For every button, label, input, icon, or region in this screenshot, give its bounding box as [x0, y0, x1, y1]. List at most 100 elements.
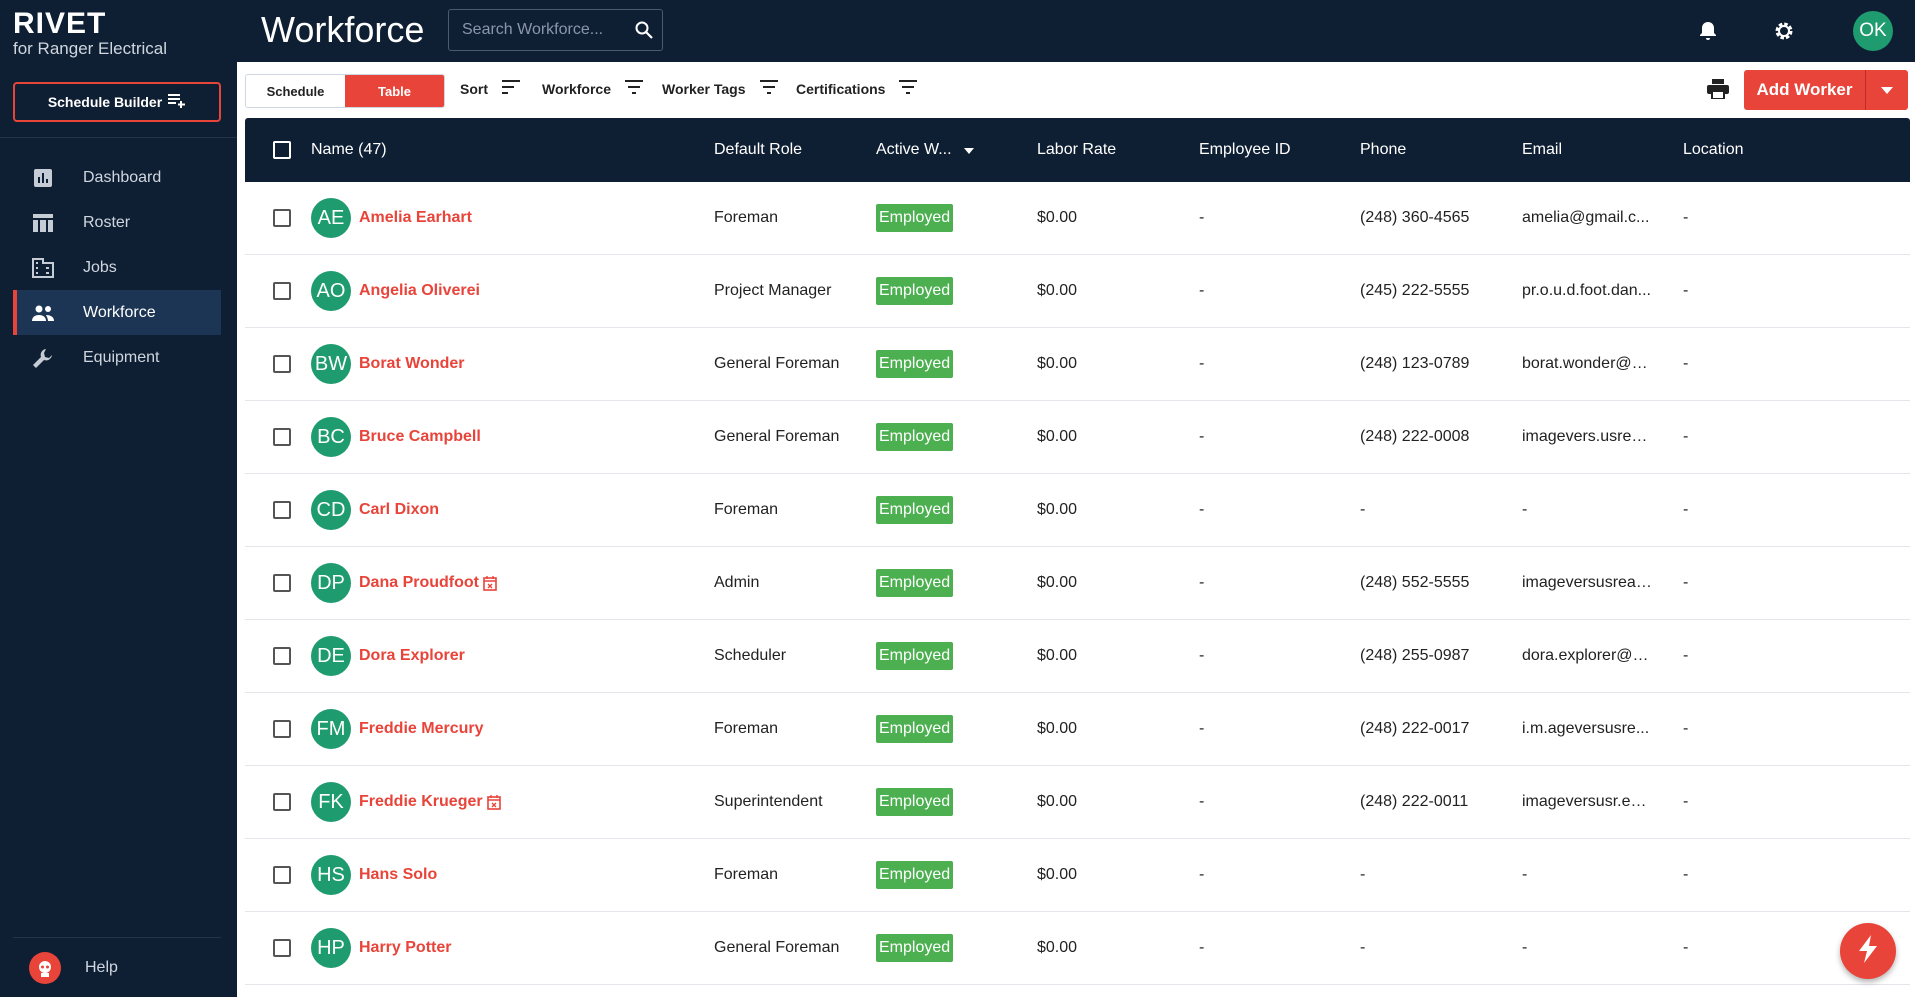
bell-icon[interactable] — [1693, 16, 1723, 46]
sidebar-item-jobs[interactable]: Jobs — [13, 245, 221, 290]
worker-cell[interactable]: HP Harry Potter — [311, 912, 451, 984]
column-header-role[interactable]: Default Role — [714, 118, 802, 182]
worker-cell[interactable]: DE Dora Explorer — [311, 620, 465, 692]
row-checkbox[interactable] — [273, 620, 291, 692]
employee-id-cell: - — [1199, 647, 1205, 664]
table-row[interactable]: FK Freddie Krueger Superintendent Employed $… — [245, 766, 1910, 839]
table-row[interactable]: AO Angelia Oliverei Project Manager Employe… — [245, 255, 1910, 328]
table-row[interactable]: DE Dora Explorer Scheduler Employed $0.00 - (2… — [245, 620, 1910, 693]
column-header-phone[interactable]: Phone — [1360, 118, 1406, 182]
certifications-filter[interactable]: Certifications — [796, 80, 918, 97]
phone-cell: (248) 222-0011 — [1360, 793, 1469, 810]
sidebar-item-equipment[interactable]: Equipment — [13, 335, 221, 380]
print-icon[interactable] — [1707, 79, 1729, 104]
worker-name-link[interactable]: Harry Potter — [359, 939, 451, 957]
worker-cell[interactable]: AO Angelia Oliverei — [311, 255, 480, 327]
table-row[interactable]: CD Carl Dixon Foreman Employed $0.00 - - - - — [245, 474, 1910, 547]
select-all-checkbox[interactable] — [273, 118, 291, 182]
table-row[interactable]: HS Hans Solo Foreman Employed $0.00 - - - - — [245, 839, 1910, 912]
user-avatar[interactable]: OK — [1853, 11, 1893, 51]
worker-cell[interactable]: BW Borat Wonder — [311, 328, 464, 400]
worker-cell[interactable]: FK Freddie Krueger — [311, 766, 501, 838]
search-box[interactable] — [448, 9, 663, 51]
row-checkbox[interactable] — [273, 839, 291, 911]
email-text: pr.o.u.d.foot.dan... — [1522, 282, 1651, 299]
sidebar-item-dashboard[interactable]: Dashboard — [13, 155, 221, 200]
worker-cell[interactable]: BC Bruce Campbell — [311, 401, 481, 473]
sidebar-item-workforce[interactable]: Workforce — [13, 290, 221, 335]
row-checkbox[interactable] — [273, 182, 291, 254]
email-cell: - — [1522, 912, 1652, 984]
help-button[interactable]: Help — [13, 937, 221, 997]
sidebar-item-label: Dashboard — [83, 168, 162, 186]
row-checkbox[interactable] — [273, 912, 291, 984]
location-cell: - — [1683, 720, 1689, 737]
row-checkbox[interactable] — [273, 693, 291, 765]
worker-name-link[interactable]: Dana Proudfoot — [359, 574, 479, 592]
status-badge: Employed — [876, 788, 954, 816]
worker-tags-filter[interactable]: Worker Tags — [662, 80, 778, 97]
row-checkbox[interactable] — [273, 328, 291, 400]
brand-name: RIVET — [13, 7, 107, 40]
row-checkbox[interactable] — [273, 401, 291, 473]
row-checkbox[interactable] — [273, 255, 291, 327]
worker-name-link[interactable]: Freddie Krueger — [359, 793, 483, 811]
schedule-builder-button[interactable]: Schedule Builder — [13, 82, 221, 122]
worker-name-link[interactable]: Hans Solo — [359, 866, 437, 884]
employee-id-cell: - — [1199, 793, 1205, 810]
email-cell: imageversusr.ea... — [1522, 766, 1652, 838]
worker-cell[interactable]: DP Dana Proudfoot — [311, 547, 497, 619]
playlist-add-icon — [168, 93, 186, 111]
column-header-name[interactable]: Name (47) — [311, 118, 387, 182]
table-header: Name (47) Default Role Active W... Labor… — [245, 118, 1910, 182]
table-row[interactable]: FM Freddie Mercury Foreman Employed $0.00 - (2… — [245, 693, 1910, 766]
worker-cell[interactable]: FM Freddie Mercury — [311, 693, 483, 765]
search-icon[interactable] — [626, 21, 662, 39]
avatar: BC — [311, 417, 351, 457]
worker-cell[interactable]: HS Hans Solo — [311, 839, 437, 911]
worker-name-link[interactable]: Angelia Oliverei — [359, 282, 480, 300]
role-cell: Scheduler — [714, 647, 787, 664]
chevron-down-icon[interactable] — [1866, 70, 1908, 110]
quick-action-button[interactable] — [1840, 923, 1896, 979]
table-row[interactable]: DP Dana Proudfoot Admin Employed $0.00 - (248)… — [245, 547, 1910, 620]
workforce-filter[interactable]: Workforce — [542, 80, 643, 97]
column-header-active[interactable]: Active W... — [876, 118, 974, 182]
brand-logo[interactable]: RIVET for Ranger Electrical — [13, 8, 167, 58]
table-row[interactable]: AE Amelia Earhart Foreman Employed $0.00 - (24… — [245, 182, 1910, 255]
gear-icon[interactable] — [1769, 16, 1799, 46]
location-cell: - — [1683, 501, 1689, 518]
worker-name-link[interactable]: Carl Dixon — [359, 501, 439, 519]
tab-table[interactable]: Table — [345, 75, 444, 107]
sidebar-item-roster[interactable]: Roster — [13, 200, 221, 245]
role-cell: Project Manager — [714, 282, 832, 299]
row-checkbox[interactable] — [273, 766, 291, 838]
workforce-icon — [29, 305, 57, 321]
worker-name-link[interactable]: Borat Wonder — [359, 355, 464, 373]
role-cell: Foreman — [714, 720, 779, 737]
worker-name-link[interactable]: Bruce Campbell — [359, 428, 481, 446]
table-row[interactable]: BC Bruce Campbell General Foreman Employed $… — [245, 401, 1910, 474]
add-worker-button[interactable]: Add Worker — [1744, 70, 1908, 110]
location-cell: - — [1683, 939, 1689, 956]
sort-icon — [502, 80, 520, 97]
row-checkbox[interactable] — [273, 474, 291, 546]
filter-icon — [899, 80, 918, 97]
tab-schedule[interactable]: Schedule — [246, 75, 345, 107]
column-header-employee-id[interactable]: Employee ID — [1199, 118, 1291, 182]
worker-cell[interactable]: AE Amelia Earhart — [311, 182, 472, 254]
phone-cell: (248) 255-0987 — [1360, 647, 1470, 664]
worker-name-link[interactable]: Freddie Mercury — [359, 720, 483, 738]
table-row[interactable]: BW Borat Wonder General Foreman Employed $0.… — [245, 328, 1910, 401]
worker-name-link[interactable]: Amelia Earhart — [359, 209, 472, 227]
worker-cell[interactable]: CD Carl Dixon — [311, 474, 439, 546]
column-header-rate[interactable]: Labor Rate — [1037, 118, 1116, 182]
worker-name-link[interactable]: Dora Explorer — [359, 647, 465, 665]
column-header-email[interactable]: Email — [1522, 118, 1562, 182]
column-header-location[interactable]: Location — [1683, 118, 1744, 182]
sort-filter[interactable]: Sort — [460, 80, 520, 97]
row-checkbox[interactable] — [273, 547, 291, 619]
email-text: dora.explorer@g... — [1522, 647, 1652, 664]
search-input[interactable] — [449, 21, 626, 39]
table-row[interactable]: HP Harry Potter General Foreman Employed $0.… — [245, 912, 1910, 985]
